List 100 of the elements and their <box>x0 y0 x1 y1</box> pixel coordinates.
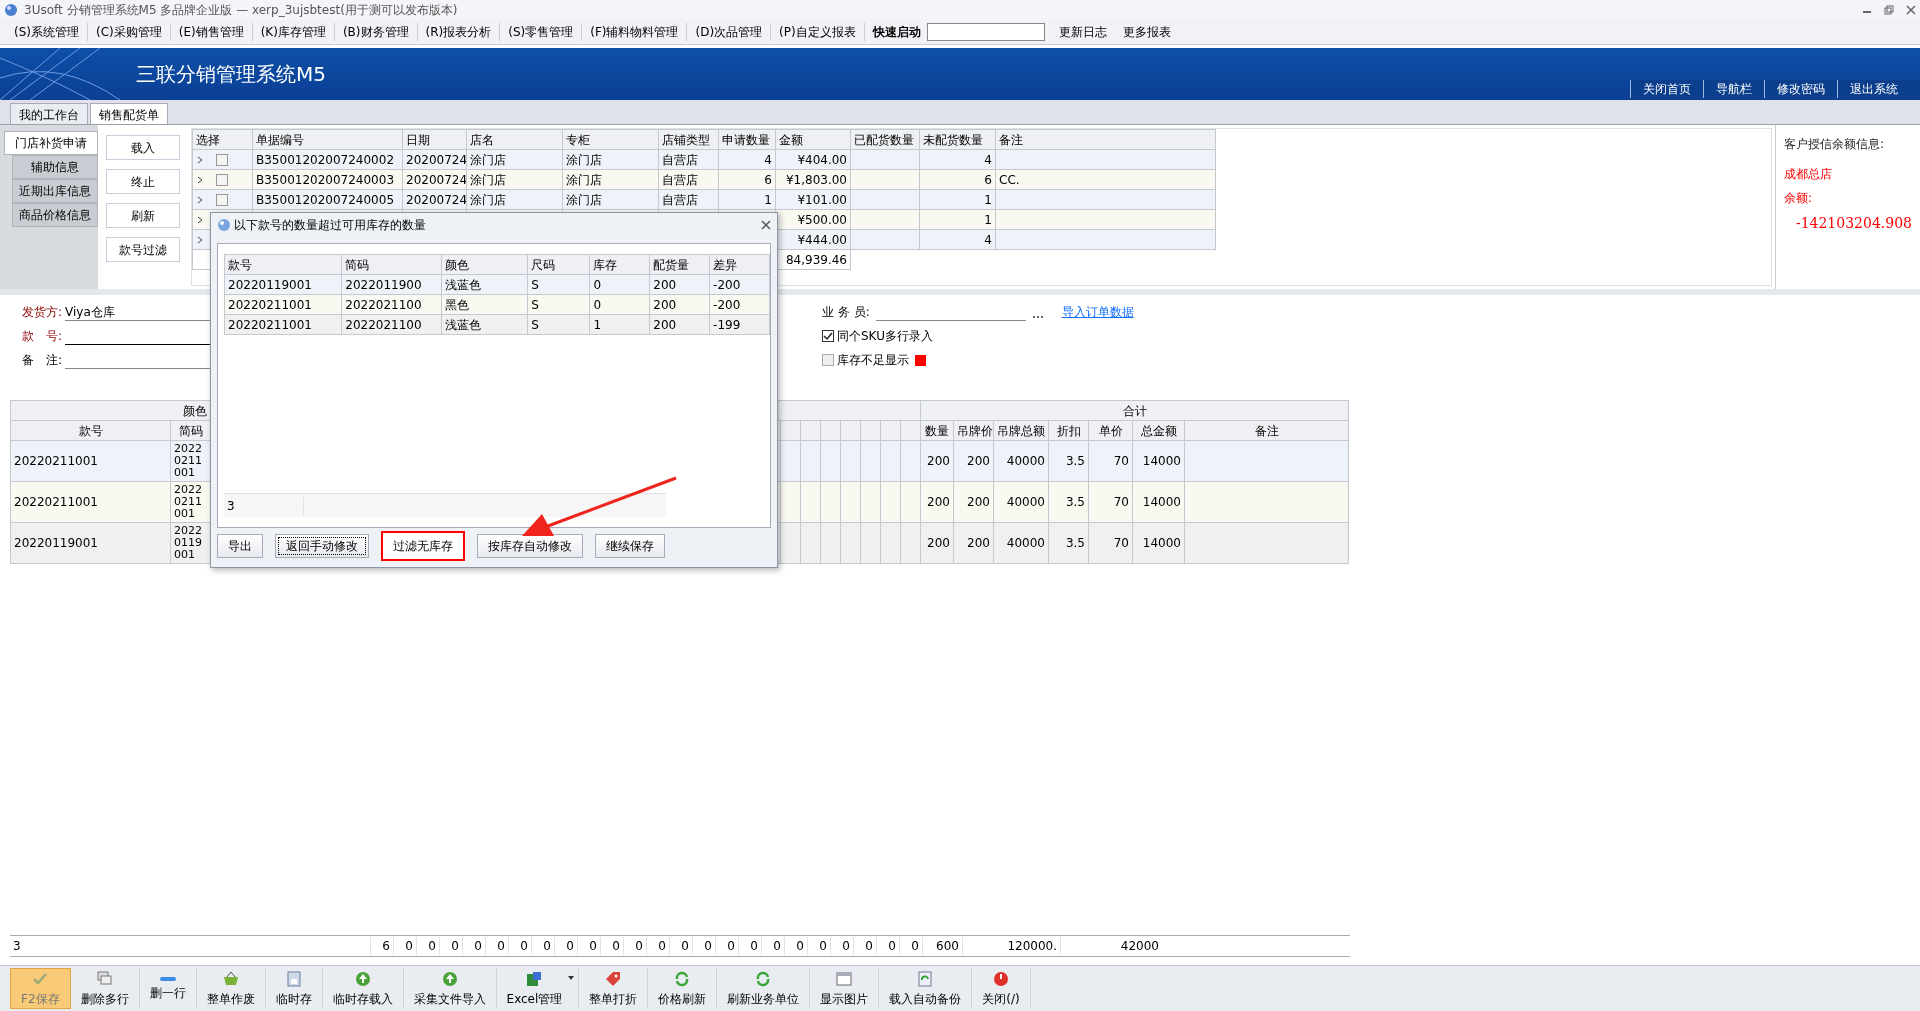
toolbar-button[interactable]: Excel管理 <box>496 968 580 1009</box>
close-icon[interactable] <box>761 220 771 230</box>
banner-link[interactable]: 修改密码 <box>1764 80 1837 98</box>
table-cell: 涂门店 <box>562 169 659 190</box>
minus-icon <box>159 975 176 982</box>
column-header: 库存 <box>589 254 650 275</box>
banner-link[interactable]: 关闭首页 <box>1630 80 1703 98</box>
table-cell: 涂门店 <box>562 149 659 170</box>
menu-item[interactable]: 更新日志 <box>1050 23 1115 41</box>
toolbar-button[interactable]: 整单作废 <box>196 968 266 1009</box>
table-cell: -199 <box>709 314 770 335</box>
column-header: 款号 <box>10 420 171 441</box>
action-button[interactable]: 终止 <box>106 169 180 194</box>
table-cell: 黑色 <box>441 294 528 315</box>
total-cell: 0 <box>577 937 600 955</box>
table-cell: 14000 <box>1132 440 1185 482</box>
toolbar-button[interactable]: 价格刷新 <box>648 968 718 1009</box>
quick-launch-field[interactable] <box>926 23 1045 41</box>
table-cell: 20220119001 <box>224 274 342 295</box>
total-cell: 0 <box>830 937 853 955</box>
checkbox[interactable] <box>216 153 228 166</box>
menu-item[interactable]: (R)报表分析 <box>417 23 501 41</box>
total-cell: 0 <box>508 937 531 955</box>
table-cell: 0 <box>589 294 650 315</box>
quick-launch-label: 快速启动 <box>871 24 921 41</box>
table-cell: 6 <box>919 169 996 190</box>
side-tab[interactable]: 商品价格信息 <box>12 203 98 227</box>
toolbar-button[interactable]: 临时存 <box>265 968 323 1009</box>
checkbox[interactable] <box>216 193 228 206</box>
total-cell: 0 <box>853 937 876 955</box>
table-cell: B35001202007240003 <box>252 169 403 190</box>
banner-link[interactable]: 导航栏 <box>1703 80 1764 98</box>
app-logo-icon <box>4 3 18 17</box>
table-cell: 40000 <box>993 481 1049 523</box>
import-orders-link[interactable]: 导入订单数据 <box>1061 303 1134 321</box>
banner-link[interactable]: 退出系统 <box>1837 80 1910 98</box>
total-cell: 0 <box>439 937 462 955</box>
window-title: 3Usoft 分销管理系统M5 多品牌企业版 — xerp_3ujsbtest(用于测可以发布版本) <box>24 2 458 19</box>
toolbar-button[interactable]: 刷新业务单位 <box>717 968 811 1009</box>
menu-item[interactable]: (P)自定义报表 <box>771 23 865 41</box>
checkbox[interactable] <box>822 354 834 366</box>
balance-value: -142103204.908 <box>1794 214 1912 233</box>
dialog-button[interactable]: 继续保存 <box>595 534 665 558</box>
table-cell: 70 <box>1088 481 1133 523</box>
document-tab[interactable]: 我的工作台 <box>10 103 88 124</box>
side-tab[interactable]: 辅助信息 <box>12 155 98 179</box>
table-cell: 自营店 <box>658 189 719 210</box>
row-count: 3 <box>224 496 304 515</box>
action-button[interactable]: 载入 <box>106 135 180 160</box>
table-cell: 浅蓝色 <box>441 314 528 335</box>
dialog-button[interactable]: 过滤无库存 <box>381 531 465 561</box>
dialog-button[interactable]: 导出 <box>217 534 263 558</box>
menu-item[interactable]: (D)次品管理 <box>687 23 772 41</box>
menu-item[interactable]: (C)采购管理 <box>88 23 171 41</box>
column-header: 申请数量 <box>718 129 776 150</box>
column-header: 选择 <box>192 129 253 150</box>
toolbar-button[interactable]: 删一行 <box>139 968 197 1009</box>
table-cell: 2022011900 <box>341 274 442 295</box>
menu-item[interactable]: (F)辅料物料管理 <box>582 23 688 41</box>
toolbar-button[interactable]: 关闭(/) <box>972 968 1031 1009</box>
side-tab[interactable]: 门店补货申请 <box>4 131 98 155</box>
table-cell: 自营店 <box>658 149 719 170</box>
side-tab[interactable]: 近期出库信息 <box>12 179 98 203</box>
toolbar-button[interactable]: 显示图片 <box>810 968 880 1009</box>
total-cell: 0 <box>807 937 830 955</box>
field-label: 业 务 员: <box>822 304 870 321</box>
checkbox[interactable] <box>216 173 228 186</box>
toolbar-button[interactable]: 采集文件导入 <box>403 968 497 1009</box>
dialog-button[interactable]: 返回手动修改 <box>275 534 369 558</box>
checkbox[interactable] <box>822 330 834 342</box>
menu-item[interactable]: (S)零售管理 <box>500 23 583 41</box>
table-cell: 4 <box>919 149 996 170</box>
table-cell: 3.5 <box>1048 440 1089 482</box>
dialog-button[interactable]: 按库存自动修改 <box>477 534 583 558</box>
column-header: 颜色 <box>441 254 528 275</box>
column-header: 金额 <box>775 129 851 150</box>
column-header: 专柜 <box>562 129 659 150</box>
table-cell: 4 <box>919 229 996 250</box>
column-header: 日期 <box>402 129 467 150</box>
table-cell: 200 <box>953 481 994 523</box>
toolbar-button[interactable]: 删除多行 <box>70 968 140 1009</box>
menu-item[interactable]: 更多报表 <box>1114 23 1179 41</box>
table-cell: 200 <box>920 522 954 564</box>
toolbar-button[interactable]: 载入自动备份 <box>879 968 973 1009</box>
stacked-pages-icon <box>95 969 114 988</box>
table-cell: 200 <box>953 522 994 564</box>
menu-item[interactable]: (K)库存管理 <box>252 23 335 41</box>
menu-item[interactable]: (S)系统管理 <box>6 23 88 41</box>
menu-item[interactable]: (B)财务管理 <box>334 23 418 41</box>
action-button[interactable]: 刷新 <box>106 203 180 228</box>
toolbar-button[interactable]: 临时存载入 <box>322 968 404 1009</box>
toolbar-button[interactable]: 整单打折 <box>579 968 649 1009</box>
total-cell: 0 <box>393 937 416 955</box>
menu-item[interactable]: (E)销售管理 <box>170 23 253 41</box>
total-cell: 0 <box>485 937 508 955</box>
document-tab[interactable]: 销售配货单 <box>90 103 168 124</box>
tag-icon <box>604 969 623 988</box>
table-cell: 200 <box>649 294 710 315</box>
table-cell: B35001202007240005 <box>252 189 403 210</box>
action-button[interactable]: 款号过滤 <box>106 237 180 262</box>
